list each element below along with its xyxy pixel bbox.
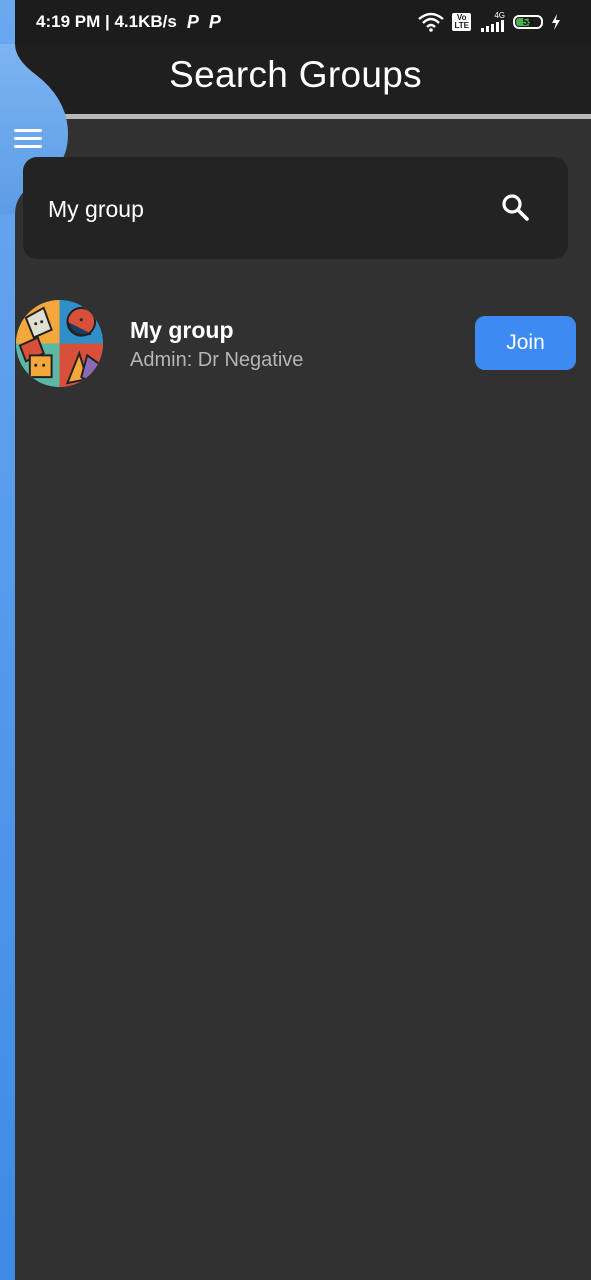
join-button[interactable]: Join <box>475 316 576 370</box>
group-avatar <box>16 300 103 387</box>
notification-p-icon: P <box>208 11 221 32</box>
menu-button[interactable] <box>14 120 54 156</box>
hamburger-icon-line <box>14 144 42 148</box>
search-input[interactable] <box>46 187 490 231</box>
signal-icon <box>481 20 504 32</box>
group-name: My group <box>130 317 234 343</box>
app-bar: Search Groups <box>0 44 591 114</box>
wifi-icon <box>418 12 445 32</box>
status-left: 4:19 PM | 4.1KB/s P P <box>36 12 221 33</box>
group-admin: Admin: Dr Negative <box>130 349 304 371</box>
status-time-speed: 4:19 PM | 4.1KB/s <box>36 12 177 31</box>
search-card <box>23 157 568 259</box>
notification-p-icon: P <box>186 11 199 32</box>
network-type: 4G <box>494 11 505 20</box>
hamburger-icon-line <box>14 128 42 132</box>
signal-block: 4G <box>479 12 505 32</box>
app-bar-divider <box>0 114 591 119</box>
page-title: Search Groups <box>169 54 422 95</box>
battery-level: 55 <box>522 16 534 28</box>
status-bar: 4:19 PM | 4.1KB/s P P Vo LTE 4G 55 <box>0 0 591 44</box>
status-right: Vo LTE 4G 55 <box>418 12 561 32</box>
search-icon <box>502 194 529 221</box>
charging-icon <box>552 14 560 30</box>
search-button[interactable] <box>495 187 535 227</box>
battery-icon: 55 <box>513 15 543 29</box>
volte-icon: Vo LTE <box>452 13 471 31</box>
hamburger-icon-line <box>14 136 42 140</box>
list-item[interactable]: My group Admin: Dr Negative Join <box>0 295 591 395</box>
